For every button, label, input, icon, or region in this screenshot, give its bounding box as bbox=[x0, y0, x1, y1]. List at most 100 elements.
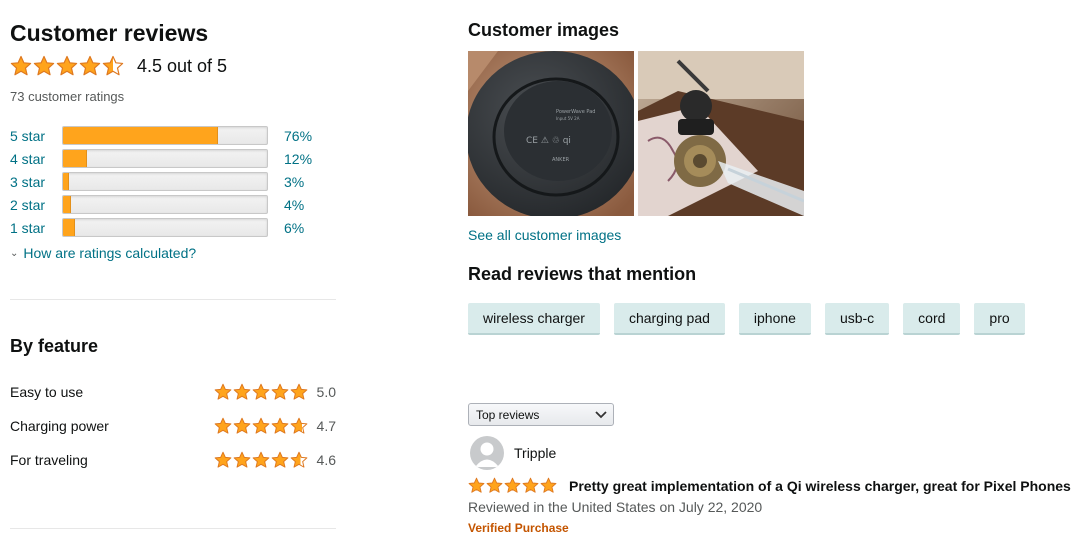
feature-stars bbox=[214, 383, 309, 401]
charger-photo: PowerWave Pad Input 5V 2A CE ⚠ ♲ qi ANKE… bbox=[468, 51, 634, 216]
feature-name: For traveling bbox=[10, 452, 88, 468]
feature-score: 4.6 bbox=[316, 452, 336, 468]
star-icon bbox=[290, 383, 308, 401]
star-icon bbox=[214, 383, 232, 401]
histogram-fill bbox=[63, 127, 219, 144]
feature-row: Easy to use 5.0 bbox=[10, 375, 336, 409]
section-divider bbox=[10, 528, 336, 529]
mention-chip[interactable]: iphone bbox=[738, 303, 811, 335]
star-icon bbox=[290, 451, 308, 469]
histogram-percent[interactable]: 4% bbox=[284, 197, 304, 213]
overall-rating-text: 4.5 out of 5 bbox=[137, 55, 228, 76]
customer-image-lamp[interactable] bbox=[638, 51, 804, 216]
feature-score: 4.7 bbox=[316, 418, 336, 434]
histogram-fill bbox=[63, 196, 72, 213]
sort-dropdown[interactable]: Top reviews bbox=[468, 403, 614, 426]
see-all-images-link[interactable]: See all customer images bbox=[468, 227, 621, 243]
customer-images-heading: Customer images bbox=[468, 20, 620, 40]
mention-chip[interactable]: usb-c bbox=[824, 303, 890, 335]
review-stars[interactable] bbox=[468, 477, 558, 494]
star-icon bbox=[102, 55, 124, 77]
by-feature-heading: By feature bbox=[10, 336, 99, 356]
svg-text:PowerWave Pad: PowerWave Pad bbox=[556, 109, 595, 115]
mention-chip[interactable]: cord bbox=[903, 303, 961, 335]
review-header: Pretty great implementation of a Qi wire… bbox=[468, 477, 1071, 494]
ratings-calculation-label[interactable]: How are ratings calculated? bbox=[23, 245, 196, 261]
customer-images-column: Customer images PowerWave Pad Input 5V 2… bbox=[468, 0, 1080, 541]
histogram-row-3-star[interactable]: 3 star 3% bbox=[10, 170, 340, 193]
star-icon bbox=[252, 451, 270, 469]
star-icon bbox=[522, 477, 539, 494]
star-icon bbox=[79, 55, 101, 77]
section-divider bbox=[10, 299, 336, 300]
star-icon bbox=[271, 383, 289, 401]
star-icon bbox=[233, 383, 251, 401]
histogram-fill bbox=[63, 150, 88, 167]
mention-chips: wireless charger charging pad iphone usb… bbox=[468, 303, 1039, 335]
histogram-row-4-star[interactable]: 4 star 12% bbox=[10, 147, 340, 170]
user-icon bbox=[475, 442, 499, 467]
star-icon bbox=[540, 477, 557, 494]
histogram-percent[interactable]: 76% bbox=[284, 128, 312, 144]
histogram-label[interactable]: 3 star bbox=[10, 174, 62, 190]
histogram-percent[interactable]: 3% bbox=[284, 174, 304, 190]
review-title[interactable]: Pretty great implementation of a Qi wire… bbox=[569, 478, 1071, 494]
avatar bbox=[470, 436, 504, 470]
verified-purchase-badge: Verified Purchase bbox=[468, 521, 569, 535]
histogram-bar[interactable] bbox=[62, 218, 268, 237]
lamp-photo bbox=[638, 51, 804, 216]
histogram-fill bbox=[63, 219, 76, 236]
star-icon bbox=[252, 383, 270, 401]
star-icon bbox=[233, 451, 251, 469]
histogram-label[interactable]: 1 star bbox=[10, 220, 62, 236]
review-date: Reviewed in the United States on July 22… bbox=[468, 499, 763, 515]
histogram-row-2-star[interactable]: 2 star 4% bbox=[10, 193, 340, 216]
feature-name: Charging power bbox=[10, 418, 109, 434]
overall-rating: 4.5 out of 5 bbox=[10, 54, 227, 78]
star-icon bbox=[271, 417, 289, 435]
histogram-bar[interactable] bbox=[62, 149, 268, 168]
histogram-percent[interactable]: 6% bbox=[284, 220, 304, 236]
histogram-label[interactable]: 4 star bbox=[10, 151, 62, 167]
customer-reviews-heading: Customer reviews bbox=[10, 20, 209, 46]
star-icon bbox=[10, 55, 32, 77]
chevron-down-icon bbox=[595, 410, 607, 418]
mentions-heading: Read reviews that mention bbox=[468, 264, 697, 284]
reviewer-name[interactable]: Tripple bbox=[514, 445, 556, 461]
histogram-label[interactable]: 2 star bbox=[10, 197, 62, 213]
feature-row: Charging power 4.7 bbox=[10, 409, 336, 443]
reviews-column: Customer reviews 4.5 out of 5 73 custome… bbox=[10, 0, 340, 541]
customer-image-charger[interactable]: PowerWave Pad Input 5V 2A CE ⚠ ♲ qi ANKE… bbox=[468, 51, 634, 216]
star-icon bbox=[468, 477, 485, 494]
feature-row: For traveling 4.6 bbox=[10, 443, 336, 477]
histogram-bar[interactable] bbox=[62, 195, 268, 214]
histogram-row-5-star[interactable]: 5 star 76% bbox=[10, 124, 340, 147]
histogram-label[interactable]: 5 star bbox=[10, 128, 62, 144]
star-icon bbox=[214, 451, 232, 469]
star-icon bbox=[252, 417, 270, 435]
star-icon bbox=[504, 477, 521, 494]
mention-chip[interactable]: pro bbox=[974, 303, 1025, 335]
histogram-bar[interactable] bbox=[62, 126, 268, 145]
svg-text:ANKER: ANKER bbox=[552, 157, 570, 163]
svg-text:CE ⚠ ♲ qi: CE ⚠ ♲ qi bbox=[526, 136, 571, 146]
svg-text:Input 5V 2A: Input 5V 2A bbox=[556, 116, 580, 121]
overall-stars bbox=[10, 55, 125, 77]
feature-stars bbox=[214, 451, 309, 469]
star-icon bbox=[486, 477, 503, 494]
histogram-percent[interactable]: 12% bbox=[284, 151, 312, 167]
feature-name: Easy to use bbox=[10, 384, 84, 400]
star-icon bbox=[56, 55, 78, 77]
star-icon bbox=[214, 417, 232, 435]
mention-chip[interactable]: charging pad bbox=[613, 303, 725, 335]
mention-chip[interactable]: wireless charger bbox=[468, 303, 600, 335]
star-icon bbox=[271, 451, 289, 469]
sort-selected[interactable]: Top reviews bbox=[476, 408, 539, 422]
rating-histogram: 5 star 76% 4 star 12% 3 star 3% 2 star 4… bbox=[10, 124, 340, 239]
star-icon bbox=[33, 55, 55, 77]
chevron-down-icon: ⌄ bbox=[10, 247, 19, 259]
histogram-bar[interactable] bbox=[62, 172, 268, 191]
ratings-calculation-link[interactable]: ⌄ How are ratings calculated? bbox=[10, 245, 196, 261]
histogram-fill bbox=[63, 173, 70, 190]
histogram-row-1-star[interactable]: 1 star 6% bbox=[10, 216, 340, 239]
